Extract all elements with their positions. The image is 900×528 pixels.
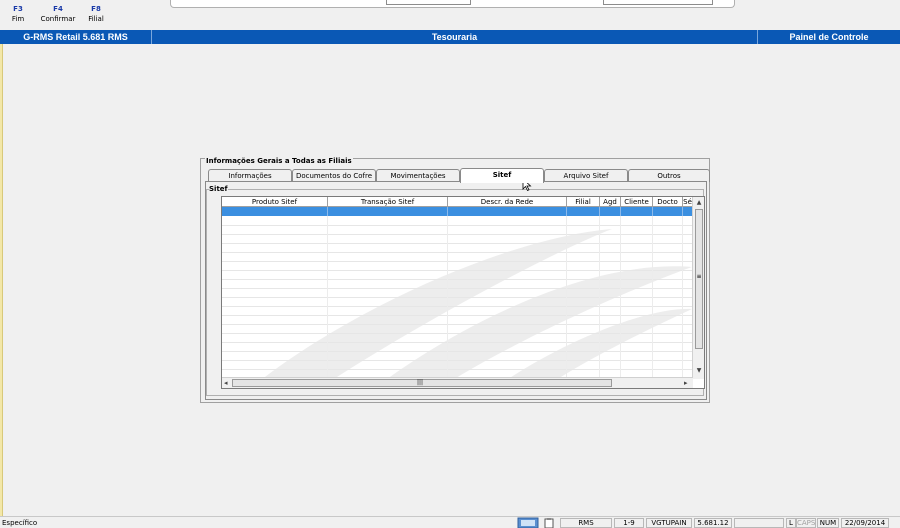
grid-col-line bbox=[652, 216, 653, 378]
grid-horizontal-scrollbar[interactable]: ◂ ||| ▸ bbox=[222, 377, 693, 388]
left-edge-bar bbox=[0, 44, 3, 516]
status-user: VGTUPAIN bbox=[646, 518, 692, 528]
grid-row-line bbox=[222, 270, 693, 271]
f3-key: F3 bbox=[13, 5, 23, 13]
grid-row-line bbox=[222, 234, 693, 235]
f8-key: F8 bbox=[91, 5, 101, 13]
grid-row-line bbox=[222, 288, 693, 289]
status-version: 5.681.12 bbox=[694, 518, 732, 528]
grid-col-line bbox=[599, 216, 600, 378]
grid-col-line bbox=[447, 216, 448, 378]
col-filial[interactable]: Filial bbox=[567, 197, 600, 207]
grid-col-line bbox=[566, 216, 567, 378]
grip-icon: ≡ bbox=[696, 273, 702, 280]
grid-row-line bbox=[222, 306, 693, 307]
app-title: G-RMS Retail 5.681 RMS bbox=[0, 30, 152, 44]
status-range: 1-9 bbox=[614, 518, 644, 528]
tab-sitef-label: Sitef bbox=[492, 171, 512, 179]
grid-row-line bbox=[222, 252, 693, 253]
grid-col-line bbox=[620, 216, 621, 378]
scroll-left-arrow-icon[interactable]: ◂ bbox=[224, 378, 228, 388]
status-text: Específico bbox=[2, 519, 38, 527]
grid-vertical-scrollbar[interactable]: ▲ ≡ ▼ bbox=[692, 197, 704, 379]
scroll-up-arrow-icon[interactable]: ▲ bbox=[693, 199, 704, 206]
status-num: NUM bbox=[817, 518, 839, 528]
status-system: RMS bbox=[560, 518, 612, 528]
scroll-down-arrow-icon[interactable]: ▼ bbox=[693, 367, 704, 374]
status-caps: CAPS bbox=[796, 518, 816, 528]
panel-title: Informações Gerais a Todas as Filiais bbox=[205, 157, 353, 165]
grid-row-line bbox=[222, 333, 693, 334]
tab-informacoes-label: Informações bbox=[228, 172, 272, 180]
status-l: L bbox=[786, 518, 796, 528]
grid-row-line bbox=[222, 324, 693, 325]
selected-row[interactable] bbox=[222, 207, 693, 216]
grid-row-line bbox=[222, 225, 693, 226]
scroll-right-arrow-icon[interactable]: ▸ bbox=[684, 378, 688, 388]
grid-row-line bbox=[222, 297, 693, 298]
grid-row-line bbox=[222, 315, 693, 316]
grid-row-line bbox=[222, 360, 693, 361]
f3-label: Fim bbox=[11, 15, 25, 23]
clipboard-icon bbox=[544, 518, 554, 528]
tab-sitef[interactable]: Sitef bbox=[460, 168, 544, 183]
col-agd[interactable]: Agd bbox=[600, 197, 621, 207]
f8-label: Filial bbox=[88, 15, 104, 23]
tab-arquivo-sitef-label: Arquivo Sitef bbox=[563, 172, 609, 180]
network-icon bbox=[517, 517, 539, 528]
control-panel-link[interactable]: Painel de Controle bbox=[758, 30, 900, 44]
top-input-2[interactable] bbox=[603, 0, 713, 5]
tab-outros-label: Outros bbox=[657, 172, 681, 180]
top-input-1[interactable] bbox=[386, 0, 471, 5]
grid-row-line bbox=[222, 369, 693, 370]
f4-confirmar-button[interactable]: F4 Confirmar bbox=[38, 5, 78, 23]
f4-label: Confirmar bbox=[40, 15, 76, 23]
sitef-group-title: Sitef bbox=[209, 185, 228, 193]
col-produto-sitef[interactable]: Produto Sitef bbox=[222, 197, 328, 207]
grid-row-line bbox=[222, 279, 693, 280]
status-empty-field bbox=[734, 518, 784, 528]
status-bar: Específico RMS 1-9 VGTUPAIN 5.681.12 L C… bbox=[0, 516, 900, 528]
col-docto[interactable]: Docto bbox=[653, 197, 683, 207]
grid-col-line bbox=[327, 216, 328, 378]
tab-documentos-cofre-label: Documentos do Cofre bbox=[295, 172, 373, 180]
title-bar: G-RMS Retail 5.681 RMS Tesouraria Painel… bbox=[0, 30, 900, 44]
col-cliente[interactable]: Cliente bbox=[621, 197, 653, 207]
top-search-strip bbox=[170, 0, 735, 8]
col-descr-rede[interactable]: Descr. da Rede bbox=[448, 197, 567, 207]
tab-movimentacoes-label: Movimentações bbox=[390, 172, 446, 180]
f4-key: F4 bbox=[53, 5, 63, 13]
f8-filial-button[interactable]: F8 Filial bbox=[84, 5, 108, 23]
grid-col-line bbox=[682, 216, 683, 378]
grid-row-line bbox=[222, 351, 693, 352]
status-date: 22/09/2014 bbox=[841, 518, 889, 528]
grid-row-line bbox=[222, 243, 693, 244]
grid-row-line bbox=[222, 342, 693, 343]
col-transacao-sitef[interactable]: Transação Sitef bbox=[328, 197, 448, 207]
sitef-grid[interactable]: Produto Sitef Transação Sitef Descr. da … bbox=[221, 196, 705, 389]
module-title: Tesouraria bbox=[152, 30, 758, 44]
grip-icon: ||| bbox=[417, 379, 424, 386]
grid-row-line bbox=[222, 261, 693, 262]
f3-fim-button[interactable]: F3 Fim bbox=[6, 5, 30, 23]
